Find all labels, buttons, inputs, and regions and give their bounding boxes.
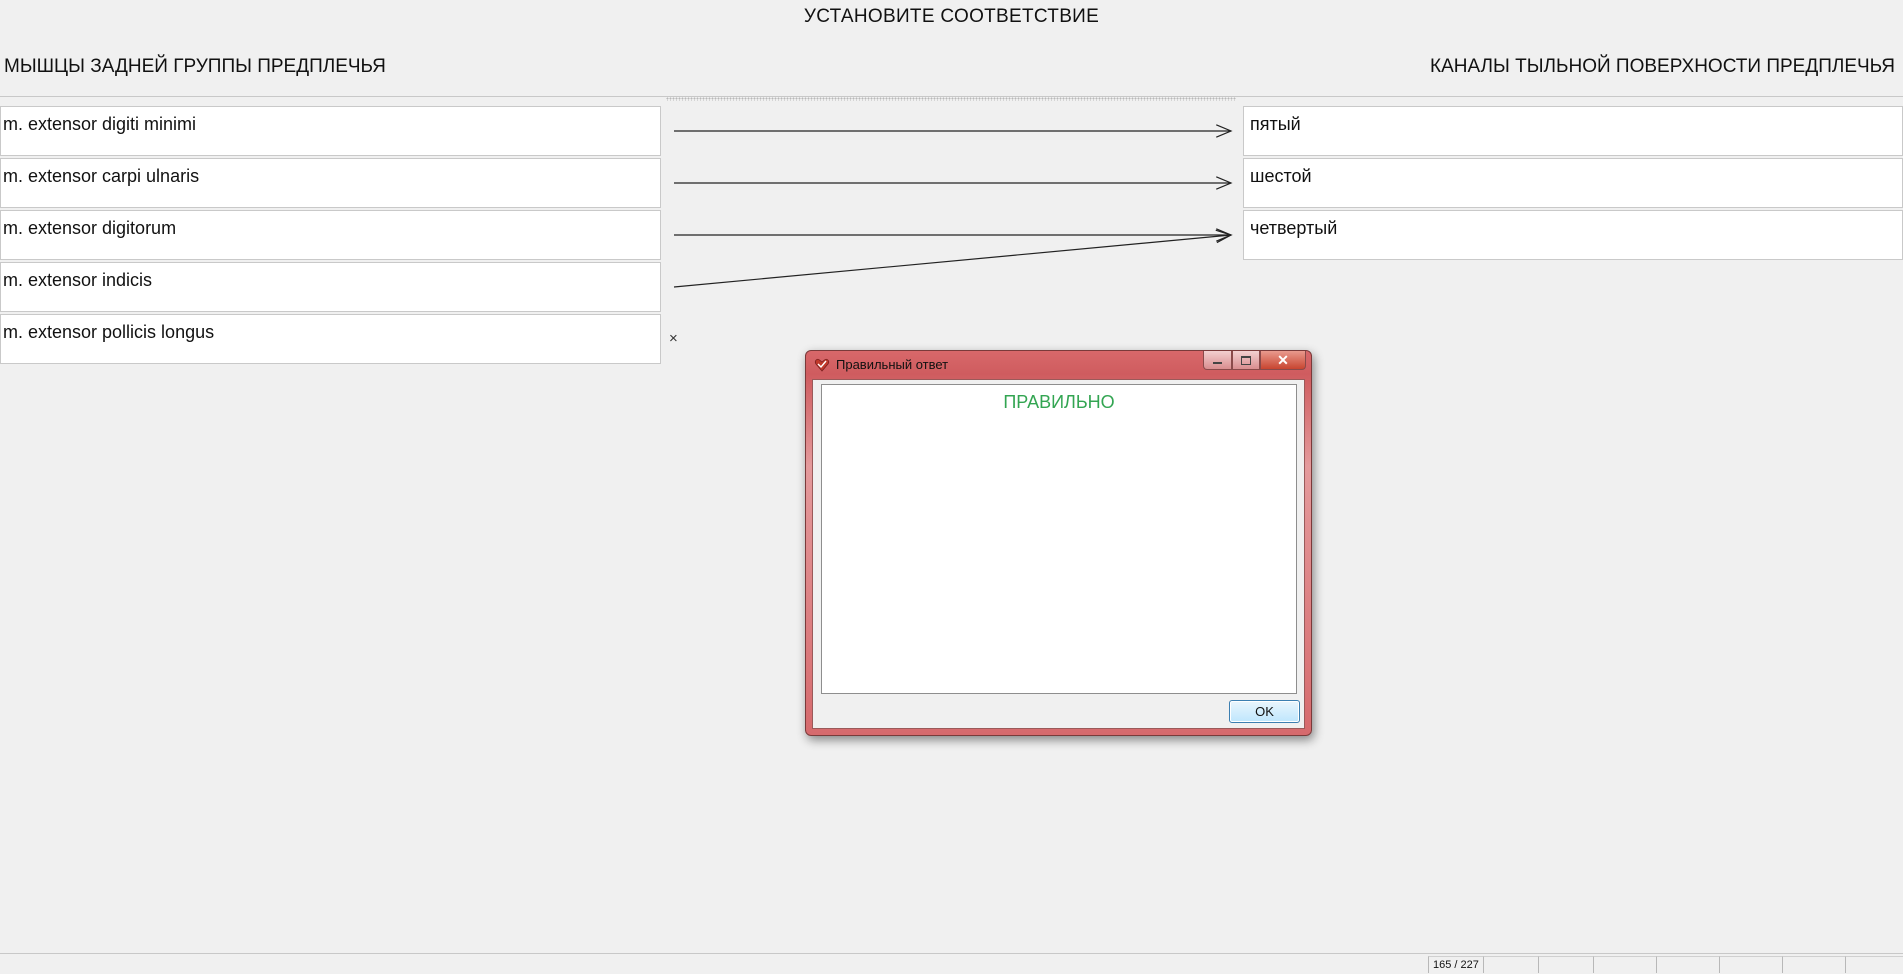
dialog-body: ПРАВИЛЬНО OK — [812, 379, 1305, 729]
status-cell — [1845, 956, 1903, 973]
status-cell — [1538, 956, 1593, 973]
app-heart-icon — [814, 358, 830, 372]
result-dialog: Правильный ответ ✕ ПРАВИЛЬНО OK — [805, 350, 1312, 736]
result-message: ПРАВИЛЬНО — [1003, 392, 1115, 412]
maximize-icon — [1241, 355, 1251, 365]
connection-line[interactable] — [673, 234, 1232, 288]
status-cell — [1719, 956, 1782, 973]
maximize-button[interactable] — [1232, 351, 1260, 370]
minimize-icon — [1213, 362, 1222, 364]
close-icon: ✕ — [1277, 351, 1289, 368]
status-cell — [1656, 956, 1719, 973]
close-button[interactable]: ✕ — [1260, 351, 1306, 370]
status-bar: 165 / 227 — [0, 953, 1903, 974]
status-cell — [1593, 956, 1656, 973]
minimize-button[interactable] — [1203, 351, 1232, 370]
result-text-area: ПРАВИЛЬНО — [821, 384, 1297, 694]
ok-button[interactable]: OK — [1229, 700, 1300, 723]
progress-counter: 165 / 227 — [1428, 956, 1483, 973]
status-cell — [1483, 956, 1538, 973]
status-cell — [1782, 956, 1845, 973]
dialog-title: Правильный ответ — [836, 357, 949, 372]
